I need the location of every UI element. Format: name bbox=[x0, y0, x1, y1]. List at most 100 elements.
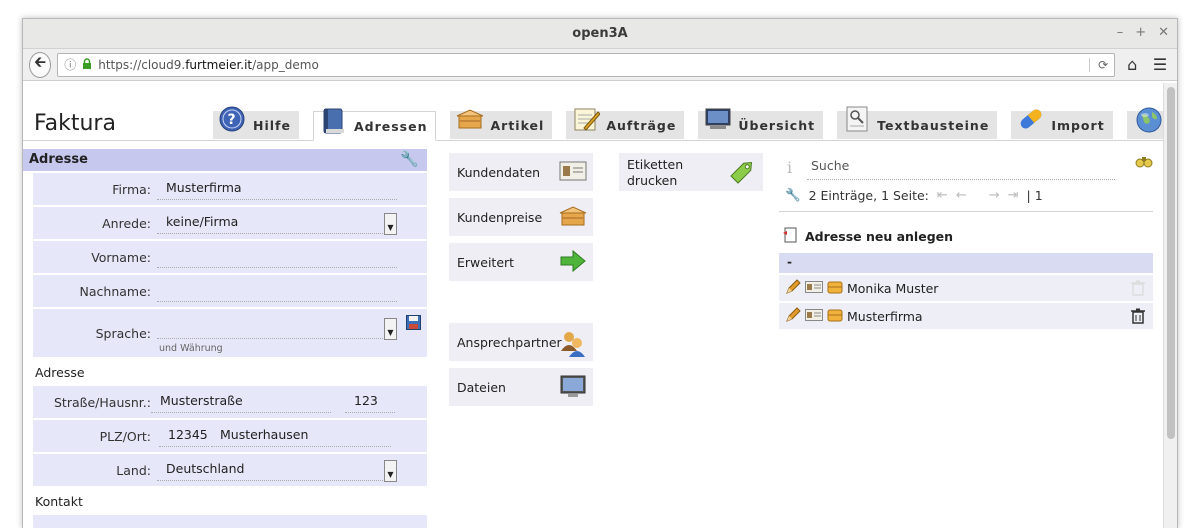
tab-label: Aufträge bbox=[606, 117, 677, 133]
dateien-button[interactable]: Dateien bbox=[449, 368, 593, 406]
back-button[interactable]: 🡰 bbox=[29, 51, 52, 78]
hausnr-input[interactable]: 123 bbox=[345, 391, 395, 413]
tab-label: Import bbox=[1051, 117, 1105, 133]
sprache-hint: und Währung bbox=[159, 343, 223, 354]
prev-page-icon[interactable]: ← bbox=[956, 188, 967, 203]
reload-icon[interactable]: ⟳ bbox=[1089, 57, 1108, 72]
trash-icon[interactable] bbox=[1131, 280, 1145, 296]
scrollbar-thumb[interactable] bbox=[1167, 87, 1175, 439]
paging-text: 2 Einträge, 1 Seite: bbox=[808, 187, 929, 203]
next-page-icon[interactable]: → bbox=[989, 188, 1000, 203]
firma-label: Firma: bbox=[112, 182, 151, 197]
app-header: Faktura ? Hilfe Adressen Artikel Aufträg… bbox=[23, 83, 1171, 141]
window-title: open3A bbox=[572, 26, 628, 41]
sprache-select[interactable] bbox=[157, 317, 383, 339]
binoculars-icon[interactable] bbox=[1135, 154, 1153, 174]
home-icon[interactable]: ⌂ bbox=[1121, 55, 1143, 74]
anrede-label: Anrede: bbox=[102, 216, 151, 231]
telefon-row bbox=[33, 515, 427, 528]
close-button[interactable]: ✕ bbox=[1158, 25, 1169, 40]
menu-icon[interactable]: ☰ bbox=[1149, 55, 1171, 74]
etiketten-line2: drucken bbox=[627, 173, 678, 188]
chevron-down-icon[interactable]: ▼ bbox=[384, 318, 397, 340]
tab-textbausteine[interactable]: Textbausteine bbox=[837, 106, 998, 139]
plz-input[interactable]: 12345 bbox=[159, 425, 209, 447]
help-icon: ? bbox=[219, 106, 247, 134]
address-form: Adresse 🔧 Firma: Musterfirma Anrede: kei… bbox=[23, 149, 427, 528]
tab-import[interactable]: Import bbox=[1011, 109, 1113, 139]
browser-window: open3A – + ✕ 🡰 ⓘ https://cloud9.furtmeie… bbox=[22, 18, 1178, 528]
erweitert-label: Erweitert bbox=[457, 254, 515, 270]
tab-auftraege[interactable]: Aufträge bbox=[566, 108, 685, 139]
section-adresse: Adresse bbox=[35, 365, 85, 380]
strasse-row: Straße/Hausnr.: Musterstraße 123 bbox=[33, 386, 427, 418]
tab-artikel[interactable]: Artikel bbox=[450, 109, 553, 139]
etiketten-button[interactable]: Etiketten drucken bbox=[619, 153, 763, 191]
url-path: /app_demo bbox=[252, 57, 319, 72]
chevron-down-icon[interactable]: ▼ bbox=[384, 460, 397, 482]
search-input[interactable]: Suche bbox=[807, 154, 1115, 180]
first-page-icon[interactable]: ⇤ bbox=[937, 188, 948, 203]
section-kontakt: Kontakt bbox=[35, 494, 83, 509]
address-book-icon bbox=[320, 107, 348, 135]
tab-label: Artikel bbox=[490, 117, 545, 133]
land-select[interactable]: Deutschland bbox=[157, 459, 383, 481]
pencil-icon[interactable] bbox=[785, 306, 801, 326]
divider bbox=[779, 211, 1153, 212]
strasse-input[interactable]: Musterstraße bbox=[151, 391, 331, 413]
kundendaten-button[interactable]: Kundendaten bbox=[449, 153, 593, 191]
minimize-button[interactable]: – bbox=[1117, 25, 1124, 40]
ansprechpartner-button[interactable]: Ansprechpartner bbox=[449, 323, 593, 361]
tab-uebersicht[interactable]: Übersicht bbox=[698, 108, 824, 139]
etiketten-line1: Etiketten bbox=[627, 157, 684, 172]
tab-label: Hilfe bbox=[253, 117, 291, 133]
nachname-input[interactable] bbox=[157, 280, 397, 302]
kundenpreise-button[interactable]: Kundenpreise bbox=[449, 198, 593, 236]
title-bar: open3A – + ✕ bbox=[23, 19, 1177, 49]
notepad-icon bbox=[572, 106, 602, 134]
maximize-button[interactable]: + bbox=[1135, 25, 1146, 40]
id-card-icon[interactable] bbox=[805, 308, 823, 324]
wrench-icon[interactable]: 🔧 bbox=[785, 187, 801, 203]
ansprechpartner-label: Ansprechpartner bbox=[457, 334, 562, 350]
contacts-icon bbox=[559, 329, 587, 357]
arrow-left-icon: 🡰 bbox=[34, 53, 47, 71]
anrede-select[interactable]: keine/Firma bbox=[157, 212, 383, 234]
list-item[interactable]: Monika Muster bbox=[779, 275, 1153, 301]
erweitert-button[interactable]: Erweitert bbox=[449, 243, 593, 281]
tab-adressen[interactable]: Adressen bbox=[312, 108, 437, 141]
tab-hilfe[interactable]: ? Hilfe bbox=[213, 106, 299, 139]
main-tabs: ? Hilfe Adressen Artikel Aufträge Übersi… bbox=[213, 106, 1171, 141]
box-icon bbox=[456, 106, 484, 134]
last-page-icon[interactable]: ⇥ bbox=[1008, 188, 1019, 203]
monitor-icon bbox=[559, 374, 587, 400]
url-bar[interactable]: ⓘ https://cloud9.furtmeier.it/app_demo ⟳ bbox=[57, 52, 1116, 77]
vorname-input[interactable] bbox=[157, 246, 397, 268]
box-icon[interactable] bbox=[827, 280, 843, 297]
chevron-down-icon[interactable]: ▼ bbox=[384, 213, 397, 235]
trash-icon[interactable] bbox=[1131, 308, 1145, 324]
box-icon[interactable] bbox=[827, 308, 843, 325]
save-icon[interactable] bbox=[406, 315, 421, 334]
url-text[interactable]: https://cloud9.furtmeier.it/app_demo bbox=[98, 58, 319, 72]
id-card-icon[interactable] bbox=[805, 280, 823, 296]
new-address-label: Adresse neu anlegen bbox=[805, 229, 954, 244]
vertical-scrollbar[interactable] bbox=[1163, 83, 1177, 528]
lock-icon bbox=[82, 57, 92, 72]
app-brand: Faktura bbox=[34, 111, 116, 136]
firma-input[interactable]: Musterfirma bbox=[157, 178, 397, 200]
monitor-icon bbox=[704, 106, 732, 134]
kundenpreise-label: Kundenpreise bbox=[457, 209, 543, 225]
list-header: - bbox=[779, 253, 1153, 273]
wrench-icon[interactable]: 🔧 bbox=[400, 150, 419, 168]
firma-row: Firma: Musterfirma bbox=[33, 173, 427, 205]
new-address-button[interactable]: Adresse neu anlegen bbox=[783, 227, 953, 246]
app-area: Faktura ? Hilfe Adressen Artikel Aufträg… bbox=[23, 83, 1171, 528]
vorname-row: Vorname: bbox=[33, 241, 427, 273]
form-header-title: Adresse bbox=[29, 152, 88, 167]
nachname-row: Nachname: bbox=[33, 275, 427, 307]
sprache-row: Sprache: ▼ und Währung bbox=[33, 309, 427, 357]
list-item[interactable]: Musterfirma bbox=[779, 303, 1153, 329]
pencil-icon[interactable] bbox=[785, 278, 801, 298]
ort-input[interactable]: Musterhausen bbox=[211, 425, 391, 447]
